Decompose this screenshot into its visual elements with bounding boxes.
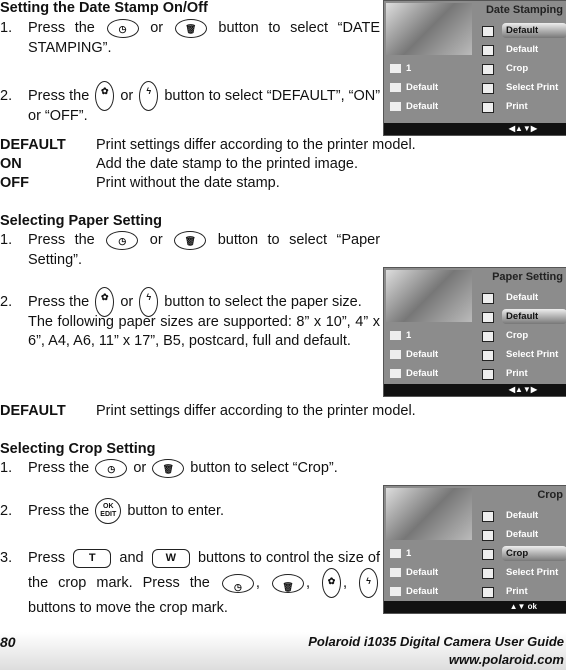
step: 3. Press T and W buttons to control the s…	[0, 548, 381, 616]
nav-bar: ▲▼ ok	[384, 601, 566, 613]
preview-photo	[386, 270, 472, 322]
step: 1. Press the ◷ or 🗑 button to select “Cro…	[0, 458, 338, 478]
menu-icon	[482, 64, 494, 75]
menu-icon	[482, 293, 494, 304]
setting-icon	[390, 349, 401, 359]
left-button-icon: ◷	[106, 230, 139, 250]
tele-button-icon: T	[73, 548, 112, 568]
menu-row: Select Print	[506, 82, 559, 93]
setting-row: Default	[390, 366, 438, 381]
menu-row: Print	[506, 101, 528, 112]
menu-row: Print	[506, 586, 528, 597]
step: 1. Press the ◷ or 🗑 button to select “Pap…	[0, 230, 381, 268]
definition: OFF Print without the date stamp.	[0, 175, 280, 191]
step: 2. Press the ✿ or ϟ button to select “DEF…	[0, 81, 380, 126]
definition: DEFAULT Print settings differ according t…	[0, 137, 416, 153]
menu-icon	[482, 45, 494, 56]
definition: DEFAULT Print settings differ according t…	[0, 403, 416, 419]
setting-row: 1	[390, 61, 411, 76]
right-button-icon: 🗑	[152, 458, 185, 478]
left-button-icon: ◷	[106, 18, 139, 38]
menu-icon	[482, 511, 494, 522]
menu-row: Default	[506, 44, 539, 55]
menu-row: Default	[502, 23, 566, 38]
footer-url: www.polaroid.com	[448, 652, 564, 667]
setting-row: Default	[390, 347, 438, 362]
wide-button-icon: W	[151, 548, 190, 568]
menu-row: Crop	[506, 63, 529, 74]
preview-photo	[386, 3, 472, 55]
menu-icon	[482, 369, 494, 380]
setting-icon	[390, 586, 401, 596]
screen-title: Crop	[537, 489, 563, 501]
menu-icon	[482, 350, 494, 361]
camera-lcd-screen: Crop Default Default Crop Select Print Print 1…	[383, 485, 566, 614]
menu-row: Default	[506, 292, 539, 303]
preview-photo	[386, 488, 472, 540]
menu-icon	[482, 530, 494, 541]
step: 2. Press the ✿ or ϟ button to select the …	[0, 287, 380, 352]
setting-icon	[390, 368, 401, 378]
menu-icon	[482, 83, 494, 94]
setting-row: Default	[390, 80, 438, 95]
setting-row: Default	[390, 584, 438, 599]
setting-icon	[390, 63, 401, 73]
menu-icon	[482, 26, 494, 37]
menu-icon	[482, 587, 494, 598]
setting-row: Default	[390, 99, 438, 114]
heading-date-stamp: Setting the Date Stamp On/Off	[0, 0, 208, 16]
heading-crop-setting: Selecting Crop Setting	[0, 441, 156, 457]
setting-row: 1	[390, 546, 411, 561]
menu-row: Select Print	[506, 567, 559, 578]
menu-row: Crop	[502, 546, 566, 561]
camera-lcd-screen: Date Stamping Default Default Crop Select Pr…	[383, 0, 566, 136]
up-button-icon: ✿	[95, 81, 115, 112]
left-button-icon: ◷	[221, 573, 254, 593]
menu-row: Crop	[506, 330, 529, 341]
right-button-icon: 🗑	[271, 573, 304, 593]
screen-title: Date Stamping	[485, 4, 563, 16]
nav-bar: ◀▲▼▶	[384, 123, 566, 135]
setting-icon	[390, 82, 401, 92]
setting-icon	[390, 101, 401, 111]
definition: ON Add the date stamp to the printed imag…	[0, 156, 358, 172]
page-number: 80	[0, 634, 16, 650]
menu-row: Select Print	[506, 349, 559, 360]
nav-bar: ◀▲▼▶	[384, 384, 566, 396]
menu-row: Default	[506, 510, 539, 521]
left-button-icon: ◷	[95, 458, 128, 478]
screen-title: Paper Setting	[492, 271, 563, 283]
step: 2. Press the OK EDIT button to enter.	[0, 498, 380, 525]
step: 1. Press the ◷ or 🗑 button to select “DAT…	[0, 18, 381, 56]
ok-edit-button-icon: OK EDIT	[95, 498, 122, 525]
setting-icon	[390, 548, 401, 558]
menu-row: Print	[506, 368, 528, 379]
menu-icon	[482, 549, 494, 560]
right-button-icon: 🗑	[174, 230, 207, 250]
setting-row: 1	[390, 328, 411, 343]
footer-title: Polaroid i1035 Digital Camera User Guide	[308, 634, 564, 649]
setting-icon	[390, 330, 401, 340]
setting-icon	[390, 567, 401, 577]
setting-row: Default	[390, 565, 438, 580]
down-button-icon: ϟ	[359, 568, 379, 599]
menu-row: Default	[506, 529, 539, 540]
right-button-icon: 🗑	[174, 18, 207, 38]
down-button-icon: ϟ	[139, 81, 159, 112]
menu-icon	[482, 102, 494, 113]
up-button-icon: ✿	[321, 568, 341, 599]
menu-icon	[482, 568, 494, 579]
heading-paper-setting: Selecting Paper Setting	[0, 213, 162, 229]
menu-icon	[482, 312, 494, 323]
camera-lcd-screen: Paper Setting Default Default Crop Select Pr…	[383, 267, 566, 397]
menu-row: Default	[502, 309, 566, 324]
menu-icon	[482, 331, 494, 342]
